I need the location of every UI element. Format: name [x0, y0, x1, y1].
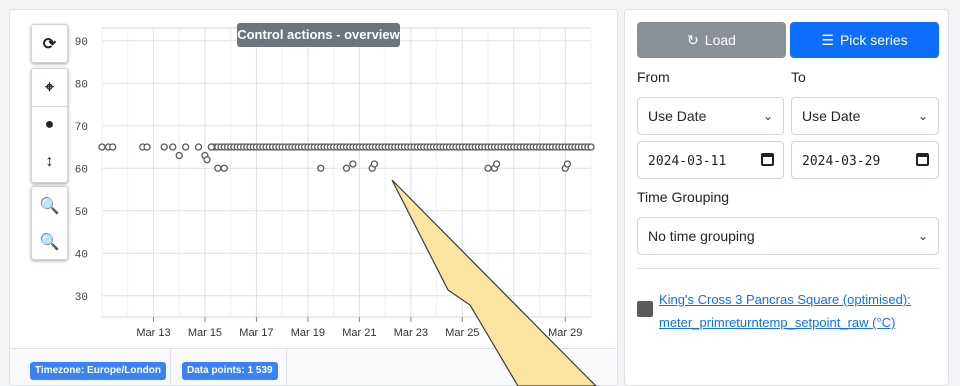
x-tick-label: Mar 15 [188, 327, 222, 339]
timezone-badge: Timezone: Europe/London [30, 362, 166, 380]
chart-title: Control actions - overview [237, 23, 400, 47]
x-tick-label: Mar 29 [548, 327, 582, 339]
y-tick-label: 70 [75, 122, 88, 134]
toolbar-group-tools: ⌖ ● ↕ [31, 68, 68, 183]
from-date-input[interactable]: 2024-03-11 [637, 141, 784, 179]
y-tick-label: 40 [75, 249, 88, 261]
circle-icon[interactable]: ● [32, 107, 67, 143]
from-mode-value: Use Date [648, 108, 707, 124]
y-tick-label: 80 [75, 79, 88, 91]
data-point [484, 164, 492, 172]
time-grouping-value: No time grouping [648, 228, 755, 244]
footer-divider [286, 349, 287, 385]
to-label: To [791, 69, 806, 85]
x-tick-label: Mar 13 [136, 327, 170, 339]
scatter-chart[interactable]: 30 40 50 60 70 80 90 Mar 13 Mar 15 Mar 17 Mar 19 Ma… [10, 10, 618, 348]
data-point [220, 164, 228, 172]
data-point [143, 143, 151, 151]
series-link[interactable]: King's Cross 3 Pancras Square (optimised… [659, 288, 939, 334]
data-point [194, 143, 203, 151]
to-date-input[interactable]: 2024-03-29 [791, 141, 939, 179]
chevron-down-icon: ⌄ [917, 229, 928, 243]
x-tick-label: Mar 21 [342, 327, 376, 339]
data-point [169, 143, 177, 151]
pick-series-button[interactable]: ☰ Pick series [790, 22, 939, 58]
refresh-icon[interactable]: ⟳ [32, 26, 67, 62]
data-point [181, 143, 190, 151]
data-point [349, 160, 357, 168]
y-tick-label: 60 [75, 164, 88, 176]
data-point [175, 151, 183, 160]
series-color-swatch [637, 301, 653, 317]
data-point [563, 160, 572, 168]
time-grouping-select[interactable]: No time grouping ⌄ [637, 217, 939, 255]
calendar-icon[interactable] [761, 153, 774, 166]
x-tick-label: Mar 17 [239, 327, 273, 339]
x-tick-label: Mar 27 [497, 327, 531, 339]
data-point [203, 156, 211, 164]
data-point [207, 143, 216, 151]
toolbar-group-refresh: ⟳ [31, 24, 68, 63]
from-mode-select[interactable]: Use Date ⌄ [637, 97, 784, 135]
to-mode-value: Use Date [802, 108, 861, 124]
data-point [492, 160, 501, 168]
data-point [214, 164, 222, 172]
divider [637, 268, 939, 269]
toolbar-group-zoom: 🔍 🔍 [31, 186, 68, 260]
time-grouping-label: Time Grouping [637, 189, 730, 205]
data-point [587, 143, 595, 151]
chevron-down-icon: ⌄ [917, 109, 928, 123]
data-point [317, 164, 325, 172]
x-tick-label: Mar 25 [445, 327, 479, 339]
x-tick-label: Mar 23 [394, 327, 428, 339]
to-date-value: 2024-03-29 [802, 154, 881, 169]
controls-panel: ↻ Load ☰ Pick series From To Use Date ⌄ … [624, 9, 949, 386]
chart-footer: Timezone: Europe/London Data points: 1 5… [10, 348, 617, 385]
to-mode-select[interactable]: Use Date ⌄ [791, 97, 939, 135]
zoom-out-icon[interactable]: 🔍 [32, 224, 67, 260]
from-date-value: 2024-03-11 [648, 154, 727, 169]
data-points-badge: Data points: 1 539 [182, 362, 278, 380]
chevron-down-icon: ⌄ [762, 109, 773, 123]
list-icon: ☰ [821, 31, 834, 48]
zoom-in-icon[interactable]: 🔍 [32, 188, 67, 224]
from-label: From [637, 69, 670, 85]
pick-series-label: Pick series [839, 32, 908, 48]
arrows-vertical-icon[interactable]: ↕ [32, 144, 67, 180]
data-point [98, 143, 106, 151]
data-point [109, 143, 117, 151]
load-button[interactable]: ↻ Load [637, 22, 786, 58]
chart-card: 30 40 50 60 70 80 90 Mar 13 Mar 15 Mar 17 Mar 19 Ma… [9, 9, 618, 386]
x-tick-label: Mar 19 [291, 327, 325, 339]
calendar-icon[interactable] [916, 153, 929, 166]
crosshair-icon[interactable]: ⌖ [32, 70, 67, 106]
plot-area [101, 27, 592, 318]
data-point [342, 164, 351, 172]
load-button-label: Load [704, 32, 736, 48]
y-tick-label: 30 [75, 292, 88, 304]
data-point [160, 143, 168, 151]
y-tick-label: 50 [75, 207, 88, 219]
footer-divider [170, 349, 171, 385]
data-point [370, 160, 379, 168]
y-tick-label: 90 [75, 37, 88, 49]
reload-icon: ↻ [687, 31, 699, 48]
